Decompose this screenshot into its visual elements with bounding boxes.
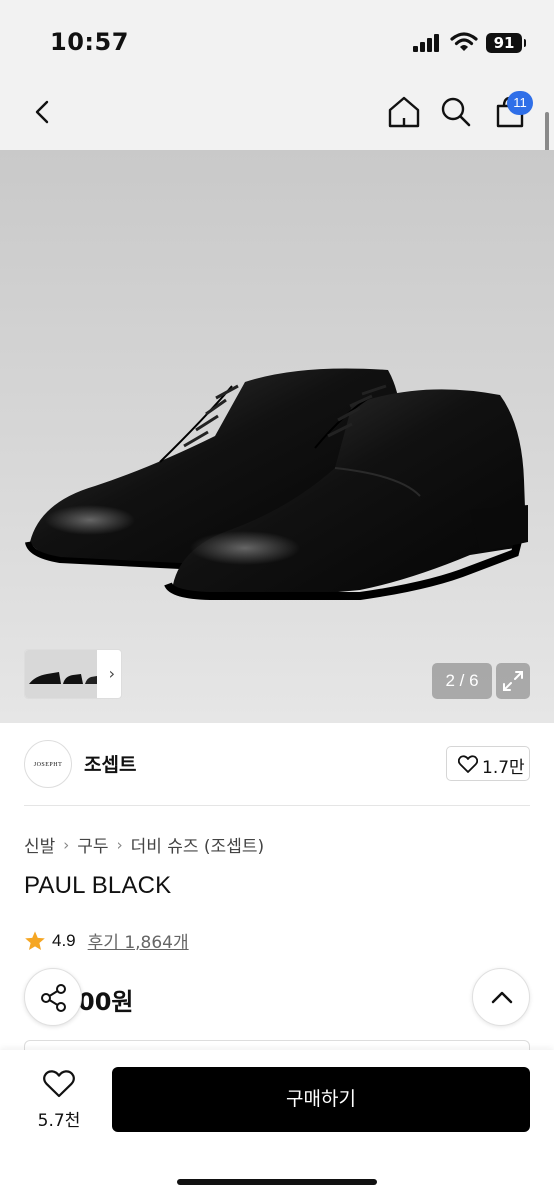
review-link[interactable]: 후기 1,864개 xyxy=(88,928,189,953)
chevron-right-icon: › xyxy=(63,835,70,854)
signal-icon xyxy=(413,34,441,52)
home-icon[interactable] xyxy=(386,94,422,130)
divider xyxy=(24,805,530,806)
chevron-right-icon: › xyxy=(108,664,115,683)
star-icon xyxy=(25,930,45,950)
back-icon[interactable] xyxy=(26,94,62,130)
expand-button[interactable] xyxy=(496,663,530,699)
image-counter: 2 / 6 xyxy=(432,663,492,699)
home-indicator xyxy=(177,1179,377,1185)
expand-icon xyxy=(503,671,523,691)
wifi-icon xyxy=(450,32,478,51)
top-nav xyxy=(0,80,554,150)
bottom-action-bar: 5.7천 구매하기 xyxy=(0,1050,554,1200)
brand-name[interactable]: 조셉트 xyxy=(84,750,136,777)
product-image xyxy=(25,368,528,600)
product-price: 00원 xyxy=(78,988,134,1016)
buy-button[interactable]: 구매하기 xyxy=(112,1067,530,1132)
rating-value: 4.9 xyxy=(52,930,76,950)
share-button[interactable] xyxy=(24,968,82,1026)
breadcrumb: 신발 › 구두 › 더비 슈즈 (조셉트) xyxy=(24,832,265,858)
wishlist-count: 5.7천 xyxy=(37,1111,81,1131)
status-time: 10:57 xyxy=(50,28,129,56)
battery-icon: 91 xyxy=(486,33,526,53)
brand-like-button[interactable]: 1.7만 xyxy=(446,746,530,781)
heart-icon xyxy=(458,755,478,773)
brand-logo[interactable]: JOSEPHT xyxy=(24,740,72,788)
product-image-gallery[interactable]: › 2 / 6 xyxy=(0,150,554,723)
brand-like-count: 1.7만 xyxy=(482,758,525,778)
thumbnail-image xyxy=(25,650,97,698)
breadcrumb-level1[interactable]: 신발 xyxy=(24,832,55,857)
heart-icon xyxy=(43,1070,75,1098)
wishlist-button[interactable]: 5.7천 xyxy=(24,1064,94,1131)
search-icon[interactable] xyxy=(438,94,474,130)
chevron-right-icon: › xyxy=(116,835,123,854)
breadcrumb-level3[interactable]: 더비 슈즈 (조셉트) xyxy=(131,832,265,857)
product-title: PAUL BLACK xyxy=(24,872,172,899)
chevron-up-icon xyxy=(491,991,513,1004)
cart-count-badge: 11 xyxy=(507,91,533,115)
status-bar: 10:57 91 xyxy=(0,0,554,80)
thumbnail-strip[interactable]: › xyxy=(24,649,122,699)
scroll-top-button[interactable] xyxy=(472,968,530,1026)
rating-row: 4.9 후기 1,864개 xyxy=(24,928,189,953)
share-icon xyxy=(41,984,66,1012)
breadcrumb-level2[interactable]: 구두 xyxy=(77,832,108,857)
